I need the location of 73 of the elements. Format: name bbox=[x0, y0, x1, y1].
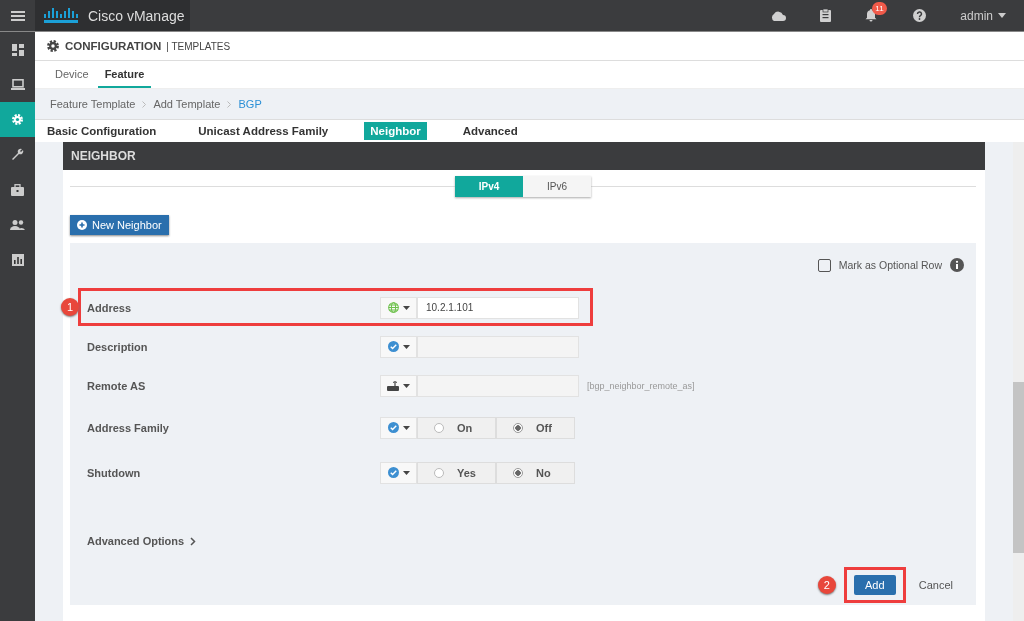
step-badge: 2 bbox=[817, 576, 836, 594]
clipboard-icon[interactable] bbox=[820, 9, 832, 22]
segment-button[interactable]: IPv6 bbox=[523, 176, 591, 197]
field-label: Address bbox=[87, 301, 133, 314]
chevron-icon bbox=[142, 100, 147, 108]
globe-icon bbox=[387, 302, 399, 313]
radio-label: On bbox=[457, 421, 473, 434]
caret-icon bbox=[402, 344, 410, 349]
radio-label: Off bbox=[536, 421, 552, 434]
breadcrumb-link[interactable]: Add Template bbox=[153, 98, 221, 110]
add-button[interactable]: Add bbox=[853, 575, 896, 595]
new-neighbor-button[interactable]: New Neighbor bbox=[70, 215, 169, 235]
field-label: Shutdown bbox=[87, 466, 142, 479]
logo-icon bbox=[43, 7, 79, 24]
radio-label: Yes bbox=[457, 466, 476, 479]
check-icon bbox=[387, 341, 399, 352]
caret-icon bbox=[402, 305, 410, 310]
radio-option[interactable]: On bbox=[417, 416, 496, 439]
section-tab[interactable]: Unicast Address Family bbox=[192, 122, 335, 140]
caret-icon bbox=[998, 13, 1006, 18]
router-icon bbox=[387, 380, 399, 391]
caret-icon bbox=[402, 425, 410, 430]
radio-button[interactable] bbox=[434, 422, 444, 433]
field-label: Address Family bbox=[87, 421, 170, 434]
check-icon bbox=[387, 422, 399, 433]
field-label: Description bbox=[87, 340, 149, 353]
scope-dropdown[interactable] bbox=[380, 374, 417, 397]
wrench-icon bbox=[11, 148, 24, 161]
breadcrumb-link[interactable]: Feature Template bbox=[50, 98, 136, 110]
radio-button[interactable] bbox=[513, 422, 523, 433]
chevron-icon bbox=[227, 100, 232, 108]
product-name: Cisco vManage bbox=[88, 7, 185, 24]
radio-option[interactable]: Off bbox=[496, 416, 575, 439]
users-icon bbox=[10, 219, 25, 230]
radio-button[interactable] bbox=[513, 467, 523, 478]
laptop-icon bbox=[10, 79, 25, 90]
step-badge: 1 bbox=[61, 298, 79, 316]
info-icon[interactable] bbox=[950, 258, 964, 272]
radio-option[interactable]: No bbox=[496, 461, 575, 484]
dashboard-icon bbox=[11, 43, 24, 56]
section-header: NEIGHBOR bbox=[63, 142, 985, 170]
tab[interactable]: Device bbox=[48, 61, 96, 88]
user-menu[interactable]: admin bbox=[960, 8, 1006, 23]
radio-label: No bbox=[536, 466, 551, 479]
variable-name: [bgp_neighbor_remote_as] bbox=[587, 380, 695, 391]
cancel-button[interactable]: Cancel bbox=[918, 579, 953, 591]
advanced-options-toggle[interactable]: Advanced Options bbox=[87, 535, 197, 547]
checkbox-label: Mark as Optional Row bbox=[838, 259, 942, 271]
check-icon bbox=[387, 467, 399, 478]
caret-icon bbox=[402, 470, 410, 475]
section-tab[interactable]: Advanced bbox=[456, 122, 524, 140]
scrollbar[interactable] bbox=[1013, 142, 1024, 621]
radio-option[interactable]: Yes bbox=[417, 461, 496, 484]
sidebar-item[interactable] bbox=[0, 102, 35, 137]
page-title: CONFIGURATION bbox=[65, 40, 162, 52]
field-label: Remote AS bbox=[87, 379, 147, 392]
cloud-icon[interactable] bbox=[770, 10, 787, 21]
settings-icon bbox=[46, 39, 60, 53]
chart-icon bbox=[11, 253, 24, 266]
checkbox[interactable] bbox=[817, 258, 831, 272]
plus-icon bbox=[77, 220, 87, 230]
settings-icon bbox=[11, 113, 24, 126]
caret-icon bbox=[403, 383, 410, 388]
radio-button[interactable] bbox=[434, 467, 444, 478]
briefcase-icon bbox=[11, 183, 24, 196]
page-subtitle: | TEMPLATES bbox=[166, 40, 231, 52]
menu-icon[interactable] bbox=[10, 9, 25, 22]
help-icon[interactable] bbox=[913, 9, 927, 22]
input-field[interactable]: 10.2.1.101 bbox=[417, 296, 579, 319]
scrollbar-thumb[interactable] bbox=[1013, 382, 1024, 553]
section-tab[interactable]: Basic Configuration bbox=[41, 122, 163, 140]
notification-badge: 11 bbox=[872, 2, 887, 15]
chevron-icon bbox=[190, 536, 197, 546]
